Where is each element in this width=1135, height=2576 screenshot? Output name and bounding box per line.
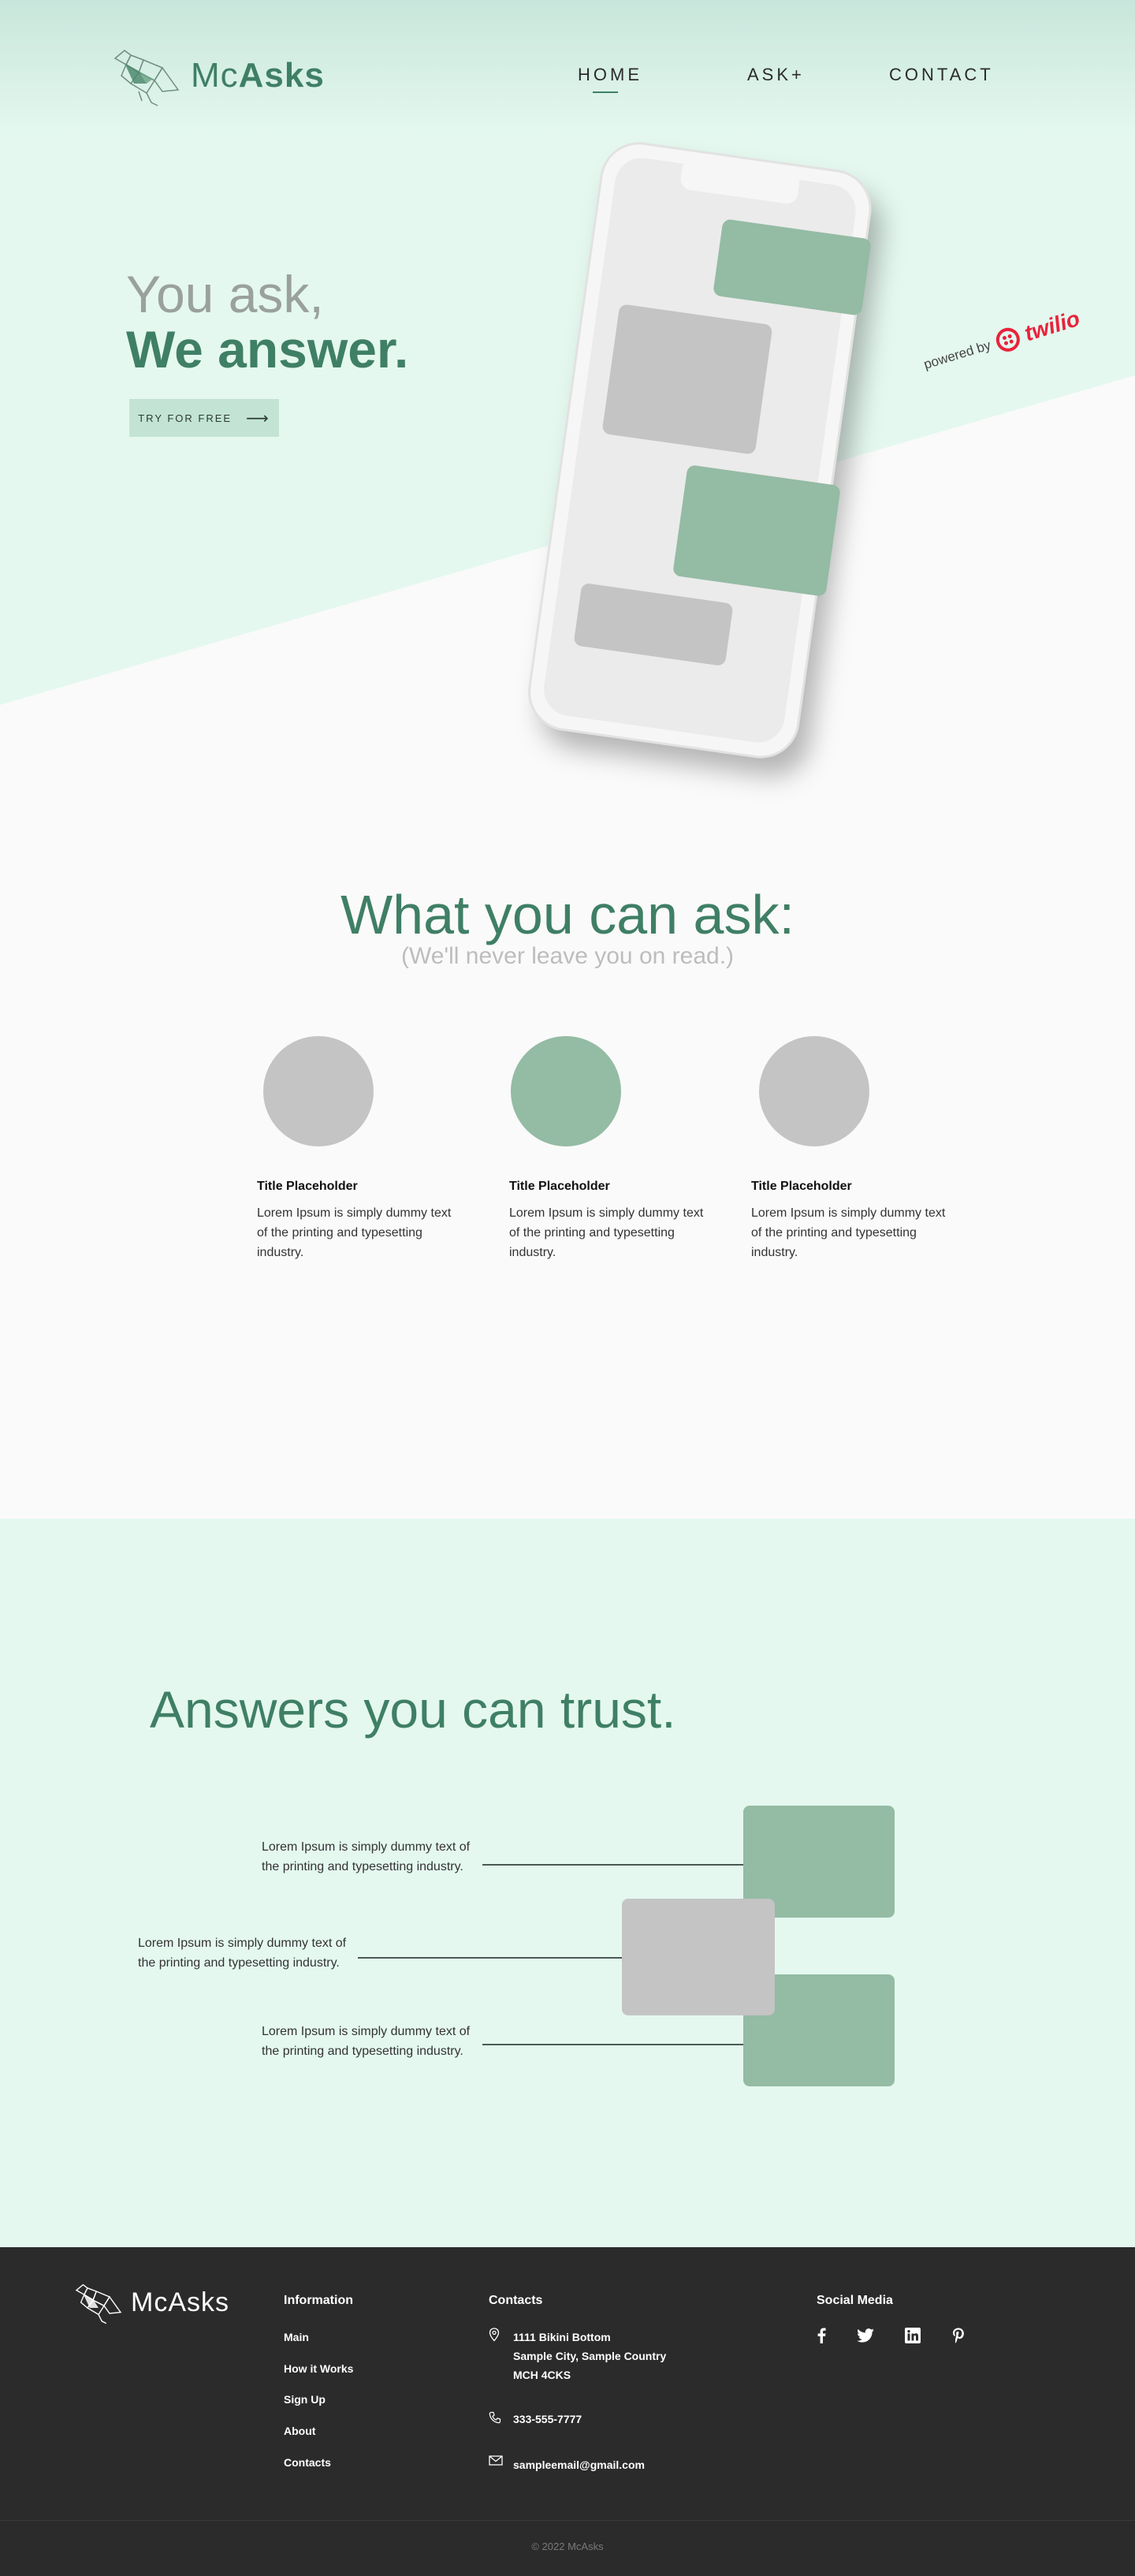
feature-title: Title Placeholder [509, 1180, 610, 1193]
nav-home[interactable]: HOME [578, 65, 642, 85]
feature-image-placeholder [759, 1036, 869, 1146]
footer-logo[interactable]: McAsks [71, 2280, 229, 2324]
hero-headline: You ask, We answer. [126, 268, 408, 375]
footer-link-contacts[interactable]: Contacts [284, 2456, 331, 2469]
footer-email[interactable]: sampleemail@gmail.com [513, 2455, 645, 2474]
footer-address-line: MCH 4CKS [513, 2369, 571, 2381]
location-pin-icon [489, 2328, 500, 2342]
footer-social-title: Social Media [817, 2294, 893, 2307]
twitter-icon[interactable] [856, 2326, 875, 2345]
footer-link-sign-up[interactable]: Sign Up [284, 2393, 326, 2406]
trust-connector-line [482, 2044, 743, 2045]
feature-text: Lorem Ipsum is simply dummy text of the … [751, 1206, 946, 1259]
feature-card: Title Placeholder Lorem Ipsum is simply … [509, 1036, 714, 1262]
feature-title: Title Placeholder [257, 1180, 358, 1193]
trust-section [0, 1519, 1135, 2247]
pinterest-icon[interactable] [949, 2326, 968, 2345]
trust-image-placeholder [622, 1899, 775, 2015]
copyright-text: © 2022 McAsks [531, 2541, 604, 2552]
trust-item-text: Lorem Ipsum is simply dummy text of the … [262, 1840, 471, 1873]
ask-section-subtitle: (We'll never leave you on read.) [400, 943, 735, 969]
arrow-right-icon: ⟶ [246, 409, 270, 427]
feature-image-placeholder [511, 1036, 621, 1146]
trust-item-text: Lorem Ipsum is simply dummy text of the … [138, 1937, 347, 1970]
linkedin-icon[interactable] [903, 2326, 922, 2345]
trust-section-title: Answers you can trust. [150, 1680, 676, 1739]
footer-contacts-title: Contacts [489, 2294, 543, 2307]
footer-address-line: Sample City, Sample Country [513, 2350, 667, 2362]
main-nav: HOME ASK+ CONTACT [0, 65, 1135, 96]
footer-address-line: 1111 Bikini Bottom [513, 2331, 611, 2343]
hero-line-1: You ask, [126, 265, 324, 323]
trust-connector-line [482, 1864, 743, 1866]
feature-text: Lorem Ipsum is simply dummy text of the … [509, 1206, 704, 1259]
trust-connector-line [358, 1957, 622, 1959]
feature-image-placeholder [263, 1036, 374, 1146]
feature-card: Title Placeholder Lorem Ipsum is simply … [257, 1036, 462, 1262]
facebook-icon[interactable] [812, 2326, 831, 2345]
feature-title: Title Placeholder [751, 1180, 852, 1193]
footer-phone[interactable]: 333-555-7777 [513, 2410, 582, 2429]
trust-item-text: Lorem Ipsum is simply dummy text of the … [262, 2025, 471, 2058]
mail-icon [489, 2455, 503, 2466]
nav-contact[interactable]: CONTACT [889, 65, 994, 85]
feature-text: Lorem Ipsum is simply dummy text of the … [257, 1206, 452, 1259]
footer-link-main[interactable]: Main [284, 2331, 309, 2343]
footer-divider [0, 2520, 1135, 2521]
phone-icon [489, 2411, 501, 2424]
bird-logo-icon [75, 2283, 122, 2324]
footer-information-title: Information [284, 2294, 353, 2307]
feature-card: Title Placeholder Lorem Ipsum is simply … [751, 1036, 956, 1262]
footer-link-how-it-works[interactable]: How it Works [284, 2362, 353, 2375]
hero-line-2: We answer. [126, 320, 409, 378]
nav-ask-plus[interactable]: ASK+ [747, 65, 805, 85]
cta-label: TRY FOR FREE [138, 412, 233, 424]
footer-link-about[interactable]: About [284, 2425, 315, 2437]
footer-brand-name: McAsks [131, 2287, 230, 2317]
try-for-free-button[interactable]: TRY FOR FREE ⟶ [129, 399, 279, 437]
ask-section-title: What you can ask: [340, 884, 794, 945]
nav-active-indicator [593, 91, 618, 93]
